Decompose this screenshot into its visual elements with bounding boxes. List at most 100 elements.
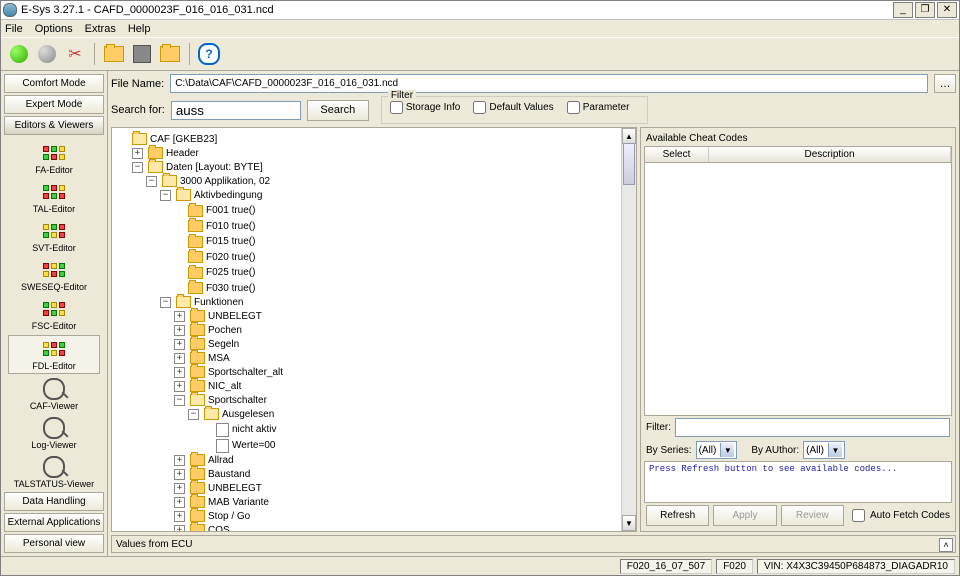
- folder-icon: [190, 468, 205, 480]
- collapse-icon[interactable]: ˄: [939, 538, 953, 552]
- filter-default[interactable]: Default Values: [473, 101, 553, 114]
- back-button[interactable]: [7, 42, 31, 66]
- folder-icon: [190, 324, 205, 336]
- sidebar: Comfort Mode Expert Mode Editors & Viewe…: [1, 71, 108, 556]
- toolbar: ✂ ?: [1, 38, 959, 71]
- statusbar: F020_16_07_507 F020 VIN: X4X3C39450P6848…: [1, 556, 959, 575]
- folder-icon: [190, 454, 205, 466]
- cheat-filter-input[interactable]: [675, 418, 950, 437]
- app-icon: [3, 3, 17, 17]
- folder-icon: [188, 267, 203, 279]
- fdl-tree[interactable]: CAF [GKEB23] +Header −Daten [Layout: BYT…: [112, 128, 621, 531]
- sidebar-data-handling[interactable]: Data Handling: [4, 492, 104, 511]
- browse-button[interactable]: …: [934, 74, 956, 93]
- app-window: E-Sys 3.27.1 - CAFD_0000023F_016_016_031…: [0, 0, 960, 576]
- by-series-combo[interactable]: (All)▼: [696, 441, 738, 459]
- apply-button: Apply: [713, 505, 776, 526]
- page-icon: [216, 423, 229, 437]
- menu-extras[interactable]: Extras: [85, 23, 116, 35]
- filter-legend: Filter: [388, 90, 416, 101]
- tree-scrollbar[interactable]: ▲ ▼: [621, 128, 636, 531]
- search-label: Search for:: [111, 104, 165, 116]
- sidebar-external-apps[interactable]: External Applications: [4, 513, 104, 532]
- ecu-values-label: Values from ECU: [116, 539, 193, 550]
- folder-icon: [190, 510, 205, 522]
- chevron-down-icon: ▼: [720, 443, 734, 457]
- sidebar-item-sweseq-editor[interactable]: SWESEQ-Editor: [9, 257, 99, 294]
- page-icon: [216, 439, 229, 453]
- folder-icon: [188, 282, 203, 294]
- cheats-title: Available Cheat Codes: [644, 131, 952, 146]
- sidebar-comfort[interactable]: Comfort Mode: [4, 74, 104, 93]
- folder-icon: [132, 133, 147, 145]
- sidebar-item-fdl-editor[interactable]: FDL-Editor: [8, 335, 100, 374]
- menu-options[interactable]: Options: [35, 23, 73, 35]
- filename-label: File Name:: [111, 78, 164, 90]
- scroll-down-icon[interactable]: ▼: [622, 515, 636, 531]
- folder-icon: [190, 310, 205, 322]
- folder-icon: [190, 394, 205, 406]
- folder-icon: [188, 220, 203, 232]
- status-sw: F020_16_07_507: [620, 559, 712, 574]
- titlebar: E-Sys 3.27.1 - CAFD_0000023F_016_016_031…: [1, 1, 959, 20]
- forward-button: [35, 42, 59, 66]
- main-area: File Name: … Search for: Search Filter S…: [108, 71, 959, 556]
- cut-button[interactable]: ✂: [63, 42, 87, 66]
- maximize-button[interactable]: ❐: [915, 2, 935, 18]
- minimize-button[interactable]: _: [893, 2, 913, 18]
- cheats-header: Select Description: [644, 146, 952, 163]
- menubar: File Options Extras Help: [1, 20, 959, 38]
- tree-pane: CAF [GKEB23] +Header −Daten [Layout: BYT…: [111, 127, 637, 532]
- folder-icon: [176, 296, 191, 308]
- folder-icon: [188, 251, 203, 263]
- ecu-values-panel[interactable]: Values from ECU ˄: [111, 535, 956, 553]
- filter-parameter[interactable]: Parameter: [567, 101, 630, 114]
- window-title: E-Sys 3.27.1 - CAFD_0000023F_016_016_031…: [21, 4, 891, 16]
- filename-field[interactable]: [170, 74, 928, 93]
- sidebar-editors-viewers[interactable]: Editors & Viewers: [4, 116, 104, 135]
- filter-storage[interactable]: Storage Info: [390, 101, 460, 114]
- sidebar-item-talstatus-viewer[interactable]: TALSTATUS-Viewer: [9, 454, 99, 491]
- folder-icon: [190, 352, 205, 364]
- sidebar-item-tal-editor[interactable]: TAL-Editor: [9, 179, 99, 216]
- sidebar-expert[interactable]: Expert Mode: [4, 95, 104, 114]
- sidebar-item-fa-editor[interactable]: FA-Editor: [9, 140, 99, 177]
- refresh-button[interactable]: Refresh: [646, 505, 709, 526]
- folder-icon: [190, 380, 205, 392]
- search-input[interactable]: [171, 101, 301, 120]
- by-series-label: By Series:: [646, 445, 692, 456]
- folder-icon: [188, 236, 203, 248]
- sidebar-item-caf-viewer[interactable]: CAF-Viewer: [9, 376, 99, 413]
- sidebar-personal-view[interactable]: Personal view: [4, 534, 104, 553]
- open2-button[interactable]: [158, 42, 182, 66]
- folder-icon: [190, 338, 205, 350]
- sidebar-item-svt-editor[interactable]: SVT-Editor: [9, 218, 99, 255]
- folder-icon: [204, 408, 219, 420]
- sidebar-item-fsc-editor[interactable]: FSC-Editor: [9, 296, 99, 333]
- cheat-filter-label: Filter:: [646, 422, 671, 433]
- scroll-up-icon[interactable]: ▲: [622, 128, 636, 144]
- col-description[interactable]: Description: [709, 147, 951, 162]
- menu-help[interactable]: Help: [128, 23, 151, 35]
- folder-icon: [188, 205, 203, 217]
- menu-file[interactable]: File: [5, 23, 23, 35]
- search-button[interactable]: Search: [307, 100, 369, 121]
- by-author-combo[interactable]: (All)▼: [803, 441, 845, 459]
- cheat-pane: Available Cheat Codes Select Description…: [640, 127, 956, 532]
- sidebar-item-log-viewer[interactable]: Log-Viewer: [9, 415, 99, 452]
- cheats-list: [644, 163, 952, 416]
- folder-icon: [148, 161, 163, 173]
- folder-icon: [190, 496, 205, 508]
- folder-icon: [190, 482, 205, 494]
- open-button[interactable]: [102, 42, 126, 66]
- col-select[interactable]: Select: [645, 147, 709, 162]
- close-button[interactable]: ✕: [937, 2, 957, 18]
- folder-icon: [190, 524, 205, 531]
- help-button[interactable]: ?: [197, 42, 221, 66]
- review-button: Review: [781, 505, 844, 526]
- autofetch-checkbox[interactable]: Auto Fetch Codes: [848, 506, 950, 525]
- folder-icon: [162, 175, 177, 187]
- status-series: F020: [716, 559, 753, 574]
- scroll-thumb[interactable]: [623, 143, 635, 185]
- by-author-label: By AUthor:: [751, 445, 799, 456]
